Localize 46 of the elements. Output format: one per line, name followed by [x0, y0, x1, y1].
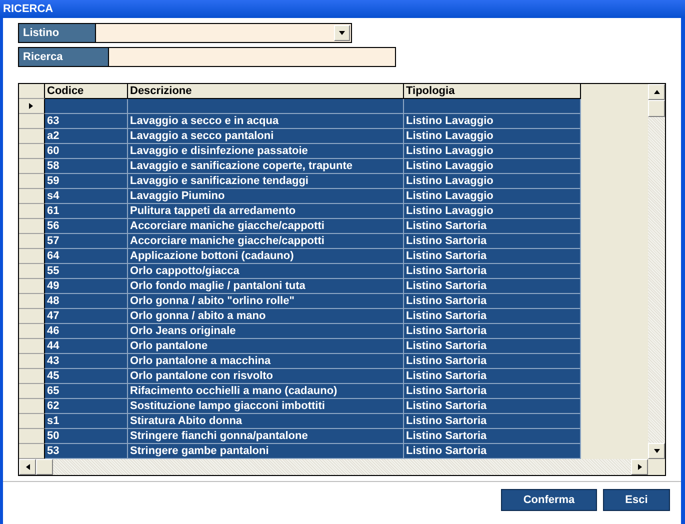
- table-row[interactable]: 43 Orlo pantalone a macchina Listino Sartoria: [19, 354, 581, 369]
- table-row[interactable]: 56 Accorciare maniche giacche/cappotti Listino Sartoria: [19, 219, 581, 234]
- window-title: RICERCA: [3, 3, 54, 15]
- table-row[interactable]: 55 Orlo cappotto/giacca Listino Sartoria: [19, 264, 581, 279]
- vertical-scrollbar[interactable]: [648, 84, 665, 459]
- table-row[interactable]: s4 Lavaggio Piumino Listino Lavaggio: [19, 189, 581, 204]
- table-row[interactable]: 58 Lavaggio e sanificazione coperte, trapunte Listino Lavaggio: [19, 159, 581, 174]
- scroll-thumb[interactable]: [36, 459, 53, 475]
- table-row[interactable]: 49 Orlo fondo maglie / pantaloni tuta Listino Sartoria: [19, 279, 581, 294]
- horizontal-scrollbar[interactable]: [19, 459, 648, 475]
- column-header[interactable]: Codice: [45, 84, 128, 99]
- down-arrow-icon: [652, 448, 660, 454]
- scroll-thumb[interactable]: [648, 100, 665, 117]
- table-row[interactable]: a2 Lavaggio a secco pantaloni Listino Lavaggio: [19, 129, 581, 144]
- column-header[interactable]: Descrizione: [128, 84, 404, 99]
- exit-button[interactable]: Esci: [603, 489, 670, 511]
- up-arrow-icon: [652, 89, 660, 95]
- scroll-down-button[interactable]: [648, 443, 665, 459]
- table-row[interactable]: 63 Lavaggio a secco e in acqua Listino Lavaggio: [19, 114, 581, 129]
- table-row[interactable]: 62 Sostituzione lampo giacconi imbottiti Listino Sartoria: [19, 399, 581, 414]
- table-row[interactable]: 47 Orlo gonna / abito a mano Listino Sartoria: [19, 309, 581, 324]
- field-label: Listino: [19, 24, 96, 42]
- table-row[interactable]: 64 Applicazione bottoni (cadauno) Listino Sartoria: [19, 249, 581, 264]
- right-arrow-icon: [636, 463, 642, 471]
- table-row[interactable]: 50 Stringere fianchi gonna/pantalone Listino Sartoria: [19, 429, 581, 444]
- table-row[interactable]: 48 Orlo gonna / abito "orlino rolle" Listino Sartoria: [19, 294, 581, 309]
- table-row[interactable]: [19, 99, 581, 114]
- table-row[interactable]: 65 Rifacimento occhielli a mano (cadauno) Listino Sartoria: [19, 384, 581, 399]
- table-row[interactable]: 57 Accorciare maniche giacche/cappotti Listino Sartoria: [19, 234, 581, 249]
- current-row-icon: [28, 102, 34, 110]
- caret-icon: [338, 30, 346, 36]
- table-row[interactable]: 61 Pulitura tappeti da arredamento Listino Lavaggio: [19, 204, 581, 219]
- dropdown-button[interactable]: [334, 25, 350, 41]
- table-row[interactable]: 53 Stringere gambe pantaloni Listino Sartoria: [19, 444, 581, 459]
- table-row[interactable]: s1 Stiratura Abito donna Listino Sartoria: [19, 414, 581, 429]
- table-row[interactable]: 59 Lavaggio e sanificazione tendaggi Listino Lavaggio: [19, 174, 581, 189]
- column-header[interactable]: Tipologia: [404, 84, 581, 99]
- table-row[interactable]: 60 Lavaggio e disinfezione passatoie Listino Lavaggio: [19, 144, 581, 159]
- table-row[interactable]: 45 Orlo pantalone con risvolto Listino Sartoria: [19, 369, 581, 384]
- table-row[interactable]: 46 Orlo Jeans originale Listino Sartoria: [19, 324, 581, 339]
- scroll-left-button[interactable]: [19, 459, 36, 475]
- left-arrow-icon: [24, 463, 30, 471]
- confirm-button[interactable]: Conferma: [501, 489, 597, 511]
- table-row[interactable]: 44 Orlo pantalone Listino Sartoria: [19, 339, 581, 354]
- scroll-up-button[interactable]: [648, 84, 665, 100]
- scroll-right-button[interactable]: [631, 459, 648, 475]
